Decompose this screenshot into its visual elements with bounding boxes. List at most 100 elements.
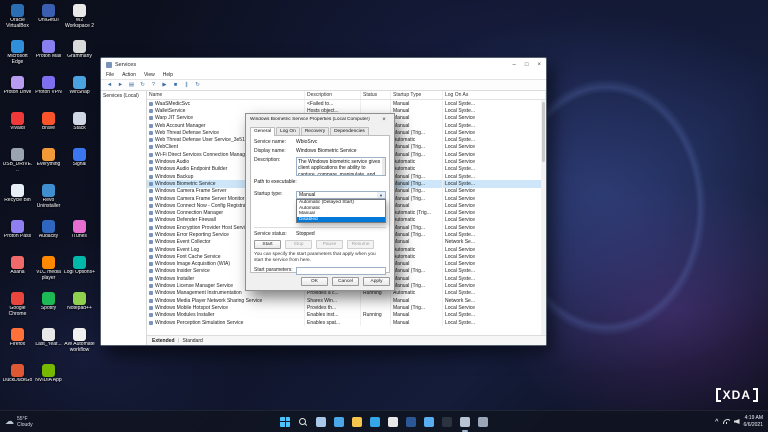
menu-help[interactable]: Help — [163, 72, 173, 78]
desktop-icon[interactable]: Proton Mail — [33, 40, 64, 76]
column-header[interactable]: Name — [147, 91, 305, 99]
edge-icon[interactable] — [368, 415, 382, 429]
file-explorer-icon[interactable] — [350, 415, 364, 429]
column-header[interactable]: Description — [305, 91, 361, 99]
start-icon[interactable] — [278, 415, 292, 429]
dropdown-option[interactable]: Disabled — [297, 217, 385, 223]
menu-file[interactable]: File — [106, 72, 114, 78]
desktop-icon[interactable]: iTunes — [64, 220, 95, 256]
column-header[interactable]: Log On As — [443, 91, 546, 99]
cancel-button[interactable]: Cancel — [332, 277, 359, 286]
desktop-icon[interactable]: UniGetUI — [33, 4, 64, 40]
service-icon — [149, 291, 153, 295]
desktop-icon[interactable]: Logi Options+ — [64, 256, 95, 292]
desktop-icon[interactable]: Signal — [64, 148, 95, 184]
chrome-icon[interactable] — [386, 415, 400, 429]
ok-button[interactable]: OK — [301, 277, 328, 286]
dialog-close-icon[interactable]: × — [378, 115, 390, 124]
desktop-icon[interactable]: WinSnap — [64, 76, 95, 112]
table-row[interactable]: Windows Media Player Network Sharing Ser… — [147, 297, 546, 304]
terminal-icon[interactable] — [440, 415, 454, 429]
search-icon[interactable] — [296, 415, 310, 429]
column-header[interactable]: Status — [361, 91, 391, 99]
description-box[interactable]: The Windows biometric service gives clie… — [296, 157, 386, 176]
dialog-tab-general[interactable]: General — [250, 127, 275, 136]
start-parameters-input[interactable] — [296, 267, 386, 275]
desktop-icon[interactable]: Spotify — [33, 292, 64, 328]
services-titlebar[interactable]: Services – □ × — [101, 58, 546, 71]
start-button[interactable]: Start — [254, 240, 281, 249]
weather-widget[interactable]: ☁ 55°F Cloudy — [5, 416, 33, 428]
show-properties-icon[interactable]: ▤ — [128, 81, 135, 89]
volume-icon[interactable] — [734, 419, 740, 424]
desktop-icon[interactable]: W2 Workspace 2 — [64, 4, 95, 40]
help-icon[interactable]: ? — [150, 81, 157, 89]
services-local-node[interactable]: Services (Local) — [103, 93, 139, 99]
menu-action[interactable]: Action — [122, 72, 136, 78]
desktop-icon[interactable]: Grammarly — [64, 40, 95, 76]
table-scrollbar[interactable] — [541, 100, 546, 335]
desktop-icon[interactable]: Microsoft Edge — [2, 40, 33, 76]
close-icon[interactable]: × — [537, 62, 541, 68]
restart-service-icon[interactable]: ↻ — [194, 81, 201, 89]
desktop-icon[interactable]: Stack — [64, 112, 95, 148]
table-row[interactable]: Windows Mobile Hotspot ServiceProvides t… — [147, 304, 546, 311]
desktop-icon[interactable]: VLC media player — [33, 256, 64, 292]
desktop-icon[interactable]: AW Automate workflow — [64, 328, 95, 364]
dialog-titlebar[interactable]: Windows Biometric Service Properties (Lo… — [246, 114, 394, 125]
settings-icon[interactable] — [476, 415, 490, 429]
desktop-icon[interactable]: Recycle Bin — [2, 184, 33, 220]
forward-icon[interactable]: ► — [117, 81, 124, 89]
start-service-icon[interactable]: ▶ — [161, 81, 168, 89]
table-row[interactable]: Windows Modules InstallerEnables inst...… — [147, 312, 546, 319]
dialog-tab-recovery[interactable]: Recovery — [301, 127, 329, 135]
desktop-icon-label: Revo Uninstaller — [33, 198, 64, 209]
services-icon[interactable] — [458, 415, 472, 429]
desktop-icon[interactable]: DuckDuckGo — [2, 364, 33, 400]
desktop-icon[interactable]: Firefox — [2, 328, 33, 364]
startup-type-combobox[interactable]: Manual ▼ — [296, 191, 386, 199]
mail-icon[interactable] — [422, 415, 436, 429]
desktop-icon[interactable]: Brave — [33, 112, 64, 148]
wifi-icon[interactable] — [723, 419, 730, 424]
task-view-icon[interactable] — [314, 415, 328, 429]
startup-dropdown-list: Automatic (Delayed Start)AutomaticManual… — [296, 199, 386, 223]
widgets-icon[interactable] — [332, 415, 346, 429]
desktop-icon[interactable]: Asana — [2, 256, 33, 292]
desktop-icon[interactable]: Proton Drive — [2, 76, 33, 112]
word-icon[interactable] — [404, 415, 418, 429]
desktop-icon[interactable]: Proton Pass — [2, 220, 33, 256]
chevron-down-icon[interactable]: ▼ — [377, 192, 385, 198]
desktop-icon[interactable]: Vivaldi — [2, 112, 33, 148]
back-icon[interactable]: ◄ — [106, 81, 113, 89]
chevron-up-icon[interactable]: ^ — [715, 419, 719, 425]
desktop-icon[interactable]: Notepad++ — [64, 292, 95, 328]
scrollbar-thumb[interactable] — [542, 102, 545, 162]
maximize-icon[interactable]: □ — [525, 62, 529, 68]
console-tree-pane[interactable]: Services (Local) — [101, 91, 147, 345]
desktop-icon[interactable]: Oracle VirtualBox — [2, 4, 33, 40]
minimize-icon[interactable]: – — [513, 62, 516, 68]
desktop-icon[interactable]: NVIDIA App — [33, 364, 64, 400]
stop-service-icon[interactable]: ■ — [172, 81, 179, 89]
desktop-icon[interactable]: Everything — [33, 148, 64, 184]
desktop-icon[interactable]: Revo Uninstaller — [33, 184, 64, 220]
apply-button[interactable]: Apply — [363, 277, 390, 286]
tab-standard[interactable]: Standard — [182, 338, 202, 344]
desktop-icon[interactable]: Google Chrome — [2, 292, 33, 328]
desktop-icon[interactable]: Proton VPN — [33, 76, 64, 112]
clock[interactable]: 4:19 AM 6/6/2021 — [744, 415, 763, 428]
menu-view[interactable]: View — [144, 72, 155, 78]
dialog-tab-log-on[interactable]: Log On — [276, 127, 300, 135]
description-scrollbar[interactable] — [382, 158, 385, 175]
column-header[interactable]: Startup Type — [391, 91, 443, 99]
desktop-icon[interactable]: Audacity — [33, 220, 64, 256]
tab-extended[interactable]: Extended — [152, 338, 175, 344]
table-row[interactable]: Windows Perception Simulation ServiceEna… — [147, 319, 546, 326]
refresh-icon[interactable]: ↻ — [139, 81, 146, 89]
table-row[interactable]: WaaSMedicSvc<Failed to...ManualLocal Sys… — [147, 100, 546, 107]
desktop-icon[interactable]: Last_Year... — [33, 328, 64, 364]
desktop-icon[interactable]: USB_DRIVE... — [2, 148, 33, 184]
dialog-tab-dependencies[interactable]: Dependencies — [330, 127, 369, 135]
pause-service-icon[interactable]: ∥ — [183, 81, 190, 89]
